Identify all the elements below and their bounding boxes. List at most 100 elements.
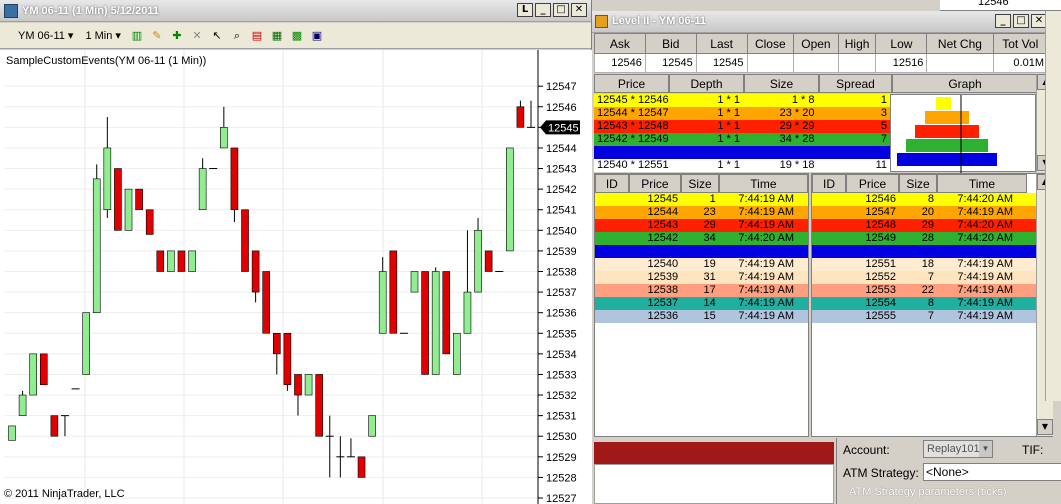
- bid-tape-row[interactable]: 12542 34 7:44:20 AM: [595, 232, 808, 245]
- restore-icon[interactable]: L: [517, 3, 533, 17]
- ask-tape-price-cell: 12553: [865, 284, 896, 296]
- summary-header-cell[interactable]: Last: [695, 33, 748, 54]
- book-row[interactable]: 12544 * 12547 1 * 1 23 * 20 3: [594, 107, 890, 120]
- book-header-cell[interactable]: Size: [744, 74, 819, 93]
- background-window-scrollbar[interactable]: [1045, 11, 1061, 401]
- summary-header-cell[interactable]: Tot Vol: [992, 33, 1049, 54]
- indicators-icon[interactable]: ▦: [269, 28, 285, 44]
- book-header-cell[interactable]: Graph: [892, 74, 1038, 93]
- bid-tape-size-cell: 23: [703, 206, 716, 218]
- order-price-bar[interactable]: [594, 442, 834, 464]
- summary-header-cell[interactable]: Open: [793, 33, 839, 54]
- atm-strategy-select[interactable]: <None>: [923, 463, 1061, 481]
- cursor-icon[interactable]: ↖: [209, 28, 225, 44]
- bid-tape-price-cell: 12537: [647, 297, 679, 309]
- bid-tape-row[interactable]: 12536 15 7:44:19 AM: [595, 310, 808, 323]
- bid-tape-row[interactable]: 12537 14 7:44:19 AM: [595, 297, 808, 310]
- ask-tape-header-cell[interactable]: Price: [846, 174, 899, 193]
- ask-tape-row[interactable]: 12549 28 7:44:20 AM: [812, 232, 1036, 245]
- bid-tape-row[interactable]: 12538 17 7:44:19 AM: [595, 284, 808, 297]
- chart-toolbar: YM 06-11 ▾ 1 Min ▾ ▥ ✎ ✚ ✕ ↖ ⌕ ▤ ▦ ▩ ▣: [0, 23, 591, 49]
- bid-tape-header-cell[interactable]: Price: [628, 174, 682, 193]
- ask-tape-row[interactable]: 12551 18 7:44:19 AM: [812, 258, 1036, 271]
- minimize-icon[interactable]: _: [995, 14, 1011, 28]
- zoom-in-icon[interactable]: ✚: [169, 28, 185, 44]
- account-select[interactable]: Replay101 ▼: [923, 440, 993, 458]
- candle-body: [463, 291, 472, 334]
- pencil-icon[interactable]: ✎: [149, 28, 165, 44]
- candle-body: [29, 353, 37, 396]
- candle-body: [92, 178, 101, 313]
- chevron-down-icon[interactable]: ▼: [979, 441, 992, 457]
- book-row[interactable]: 12545 * 12546 1 * 1 1 * 8 1: [594, 94, 890, 107]
- summary-header-cell[interactable]: Bid: [644, 33, 697, 54]
- order-list[interactable]: [594, 464, 834, 504]
- level2-title-bar[interactable]: Level II - YM 06-11 _ □ ✕: [592, 11, 1061, 33]
- candle-body: [453, 332, 461, 375]
- bid-tape-header-cell[interactable]: Time: [718, 174, 808, 193]
- bid-tape-row[interactable]: 12544 23 7:44:19 AM: [595, 206, 808, 219]
- ask-tape-header-cell[interactable]: ID: [812, 174, 846, 193]
- chart-style-icon[interactable]: ▥: [129, 28, 145, 44]
- ask-tape-row[interactable]: 12552 7 7:44:19 AM: [812, 271, 1036, 284]
- bar-properties-icon[interactable]: ▤: [249, 28, 265, 44]
- instrument-selector[interactable]: YM 06-11 ▾: [14, 29, 77, 42]
- bid-tape-header-cell[interactable]: Size: [681, 174, 719, 193]
- y-axis-tick-label: 12547: [546, 81, 577, 93]
- background-window-value: 12546: [978, 0, 1009, 8]
- summary-header-cell[interactable]: Low: [875, 33, 928, 54]
- book-row[interactable]: 12543 * 12548 1 * 1 29 * 29 5: [594, 120, 890, 133]
- book-cell-spread: [818, 146, 891, 159]
- book-row[interactable]: 12542 * 12549 1 * 1 34 * 28 7: [594, 133, 890, 146]
- scroll-down-icon[interactable]: ▼: [1037, 419, 1053, 435]
- summary-header-cell[interactable]: High: [837, 33, 877, 54]
- candle-body: [516, 106, 525, 128]
- summary-header-cell[interactable]: Close: [746, 33, 795, 54]
- book-row[interactable]: 12540 * 12551 1 * 1 19 * 18 11: [594, 159, 890, 172]
- y-axis-tick-label: 12532: [546, 390, 577, 402]
- book-cell-price: [594, 146, 669, 159]
- ask-tape-row[interactable]: 12553 22 7:44:19 AM: [812, 284, 1036, 297]
- properties-icon[interactable]: ▣: [309, 28, 325, 44]
- minimize-icon[interactable]: _: [535, 3, 551, 17]
- ask-tape-row[interactable]: 12548 29 7:44:20 AM: [812, 219, 1036, 232]
- ask-tape-header-cell[interactable]: Size: [899, 174, 937, 193]
- book-cell-depth: 1 * 1: [717, 94, 740, 106]
- bid-tape-header-cell[interactable]: ID: [595, 174, 629, 193]
- maximize-icon[interactable]: □: [1013, 14, 1029, 28]
- ask-tape-row[interactable]: 12547 20 7:44:19 AM: [812, 206, 1036, 219]
- summary-header-cell[interactable]: Net Chg: [926, 33, 994, 54]
- book-header-cell[interactable]: Depth: [669, 74, 744, 93]
- ask-tape-row[interactable]: 12546 8 7:44:20 AM: [812, 193, 1036, 206]
- book-row[interactable]: [594, 146, 890, 159]
- bid-tape-panel: ID Price Size Time 12545 1 7:44:19 AM 12544 23 7…: [594, 173, 809, 437]
- ask-tape-row[interactable]: 12554 8 7:44:19 AM: [812, 297, 1036, 310]
- bid-tape-row[interactable]: 12543 29 7:44:19 AM: [595, 219, 808, 232]
- close-icon[interactable]: ✕: [571, 3, 587, 17]
- ask-tape-row[interactable]: 12555 7 7:44:19 AM: [812, 310, 1036, 323]
- strategies-icon[interactable]: ▩: [289, 28, 305, 44]
- bid-tape-id-cell: [595, 297, 629, 310]
- zoom-out-icon[interactable]: ✕: [189, 28, 205, 44]
- ask-tape-id-cell: [812, 284, 846, 297]
- chart-title-bar[interactable]: YM 06-11 (1 Min) 5/12/2011 L _ □ ✕: [0, 0, 591, 22]
- book-header-cell[interactable]: Price: [594, 74, 669, 93]
- ask-tape-header-cell[interactable]: Time: [937, 174, 1027, 193]
- magnify-icon[interactable]: ⌕: [229, 28, 245, 44]
- maximize-icon[interactable]: □: [553, 3, 569, 17]
- book-cell-spread: 5: [880, 120, 888, 132]
- chart-panel[interactable]: 12547 12546 12545 12544 12543 12542 12541 12540…: [0, 50, 592, 504]
- ask-tape-id-cell: [812, 271, 846, 284]
- bid-tape-row[interactable]: 12539 31 7:44:19 AM: [595, 271, 808, 284]
- interval-selector[interactable]: 1 Min ▾: [81, 29, 124, 42]
- bid-tape-row[interactable]: 12545 1 7:44:19 AM: [595, 193, 808, 206]
- bid-tape-row[interactable]: [595, 245, 808, 258]
- y-axis-tick-label: 12536: [546, 308, 577, 320]
- candle-body: [484, 250, 493, 272]
- ask-tape-row[interactable]: [812, 245, 1036, 258]
- ask-tape-price-cell: 12547: [865, 206, 896, 218]
- bid-tape-row[interactable]: 12540 19 7:44:19 AM: [595, 258, 808, 271]
- bid-tape-time-cell: [719, 245, 808, 258]
- book-header-cell[interactable]: Spread: [819, 74, 892, 93]
- summary-header-cell[interactable]: Ask: [594, 33, 646, 54]
